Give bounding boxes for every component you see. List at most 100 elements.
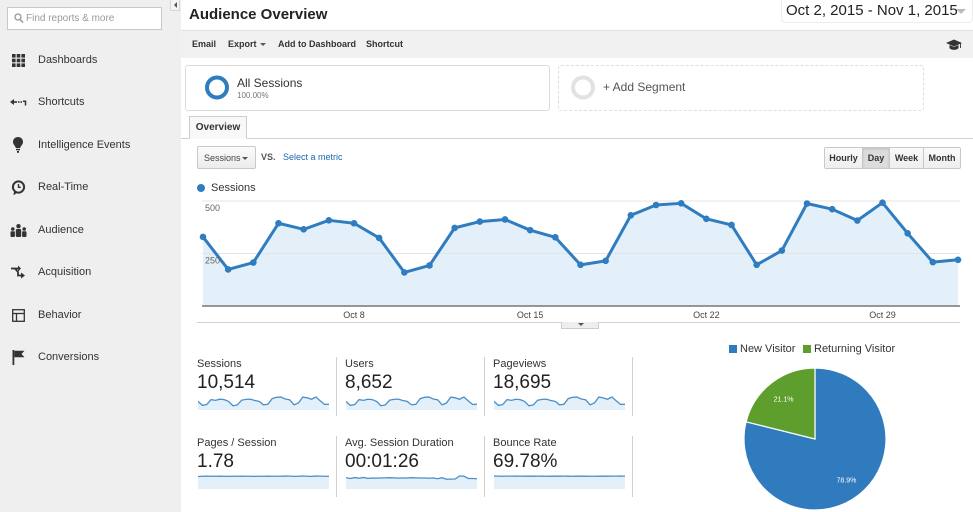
tab-overview[interactable]: Overview bbox=[189, 116, 247, 139]
data-point[interactable] bbox=[627, 211, 635, 219]
data-point[interactable] bbox=[476, 218, 484, 225]
data-point[interactable] bbox=[778, 247, 786, 254]
data-point[interactable] bbox=[426, 262, 433, 269]
chart-expand-button[interactable] bbox=[561, 322, 599, 329]
graduation-cap-icon[interactable] bbox=[946, 39, 962, 51]
vs-label: VS. bbox=[261, 152, 276, 162]
data-point[interactable] bbox=[375, 234, 383, 242]
data-point[interactable] bbox=[703, 215, 710, 223]
email-button[interactable]: Email bbox=[192, 39, 216, 49]
data-point[interactable] bbox=[803, 200, 811, 207]
data-point[interactable] bbox=[250, 259, 257, 266]
data-point[interactable] bbox=[652, 201, 660, 209]
sessions-area bbox=[203, 202, 958, 306]
sparkline bbox=[346, 396, 477, 410]
segment-name: All Sessions bbox=[237, 76, 303, 90]
select-metric-link[interactable]: Select a metric bbox=[283, 152, 343, 162]
metric-pageviews[interactable]: Pageviews 18,695 bbox=[493, 358, 633, 418]
layout-icon bbox=[9, 307, 27, 323]
page-title: Audience Overview bbox=[189, 6, 328, 23]
metric-users[interactable]: Users 8,652 bbox=[345, 358, 485, 418]
data-point[interactable] bbox=[300, 226, 307, 233]
tab-divider bbox=[181, 138, 973, 139]
data-point[interactable] bbox=[526, 226, 534, 234]
metric-bounce-rate[interactable]: Bounce Rate 69.78% bbox=[493, 437, 633, 497]
metric-label: Sessions bbox=[197, 358, 242, 370]
sidebar-item-acquisition[interactable]: Acquisition bbox=[0, 261, 181, 283]
data-point[interactable] bbox=[199, 233, 207, 241]
granularity-month-button[interactable]: Month bbox=[924, 148, 960, 168]
segment-all-sessions[interactable]: All Sessions 100.00% bbox=[185, 65, 550, 111]
data-point[interactable] bbox=[501, 216, 509, 223]
search-input[interactable] bbox=[26, 10, 156, 27]
search-box[interactable] bbox=[7, 7, 162, 30]
data-point[interactable] bbox=[728, 221, 735, 229]
sidebar-collapse-button[interactable] bbox=[170, 0, 180, 11]
data-point[interactable] bbox=[929, 258, 937, 266]
date-range-picker[interactable]: Oct 2, 2015 - Nov 1, 2015 bbox=[781, 0, 973, 23]
search-icon bbox=[14, 13, 24, 24]
data-point[interactable] bbox=[753, 261, 760, 269]
data-point[interactable] bbox=[828, 205, 836, 213]
sparkline-area bbox=[198, 476, 329, 489]
add-segment-button[interactable]: + Add Segment bbox=[558, 65, 924, 111]
metric-label: Avg. Session Duration bbox=[345, 437, 454, 449]
sidebar-item-real-time[interactable]: Real-Time bbox=[0, 176, 181, 198]
metric-pages-per-session[interactable]: Pages / Session 1.78 bbox=[197, 437, 337, 497]
add-to-dashboard-button[interactable]: Add to Dashboard bbox=[278, 39, 356, 49]
segment-percent: 100.00% bbox=[237, 91, 269, 100]
data-point[interactable] bbox=[350, 219, 358, 227]
metric-label: Pageviews bbox=[493, 358, 547, 370]
metric-select[interactable]: Sessions bbox=[197, 146, 256, 169]
metric-value: 00:01:26 bbox=[345, 451, 419, 472]
data-point[interactable] bbox=[904, 230, 911, 237]
data-point[interactable] bbox=[954, 256, 962, 264]
metric-label: Bounce Rate bbox=[493, 437, 557, 449]
granularity-hourly-button[interactable]: Hourly bbox=[825, 148, 863, 168]
data-point[interactable] bbox=[401, 269, 408, 276]
sparkline bbox=[198, 475, 329, 489]
toolbar: Email Export Add to Dashboard Shortcut bbox=[181, 30, 973, 58]
sidebar-item-intelligence-events[interactable]: Intelligence Events bbox=[0, 134, 181, 156]
data-point[interactable] bbox=[224, 266, 232, 273]
chevron-down-icon bbox=[956, 9, 966, 14]
metric-label: Users bbox=[345, 358, 374, 370]
data-point[interactable] bbox=[677, 200, 685, 207]
granularity-week-button[interactable]: Week bbox=[890, 148, 924, 168]
x-tick-label: Oct 22 bbox=[693, 310, 720, 320]
granularity-day-button[interactable]: Day bbox=[863, 148, 890, 168]
shortcut-button[interactable]: Shortcut bbox=[366, 39, 403, 49]
data-point[interactable] bbox=[552, 234, 559, 241]
sidebar-item-label: Audience bbox=[38, 224, 84, 236]
data-point[interactable] bbox=[451, 224, 458, 232]
sidebar-item-conversions[interactable]: Conversions bbox=[0, 346, 181, 368]
x-tick-label: Oct 29 bbox=[869, 310, 896, 320]
metric-sessions[interactable]: Sessions 10,514 bbox=[197, 358, 337, 418]
sidebar-item-dashboards[interactable]: Dashboards bbox=[0, 49, 181, 71]
metric-value: 1.78 bbox=[197, 451, 234, 472]
sidebar-item-shortcuts[interactable]: Shortcuts bbox=[0, 91, 181, 113]
sidebar-item-audience[interactable]: Audience bbox=[0, 219, 181, 241]
sidebar-item-behavior[interactable]: Behavior bbox=[0, 304, 181, 326]
metric-divider bbox=[484, 357, 485, 416]
y-tick-label: 500 bbox=[205, 203, 220, 213]
segment-placeholder-donut-icon bbox=[571, 75, 595, 100]
chevron-down-icon bbox=[259, 43, 266, 47]
people-icon bbox=[9, 222, 27, 238]
data-point[interactable] bbox=[854, 217, 861, 224]
lightbulb-icon bbox=[9, 137, 27, 153]
metric-avg-session-duration[interactable]: Avg. Session Duration 00:01:26 bbox=[345, 437, 485, 497]
clock-icon bbox=[9, 179, 27, 195]
data-point[interactable] bbox=[325, 217, 333, 224]
data-point[interactable] bbox=[577, 261, 584, 269]
data-point[interactable] bbox=[879, 199, 886, 206]
sparkline bbox=[198, 396, 329, 410]
triangle-left-icon bbox=[174, 2, 177, 8]
y-tick-label: 250 bbox=[205, 256, 220, 266]
sidebar-item-label: Conversions bbox=[38, 351, 100, 363]
data-point[interactable] bbox=[275, 219, 282, 227]
export-button[interactable]: Export bbox=[228, 39, 266, 49]
sidebar-item-label: Real-Time bbox=[38, 181, 89, 193]
data-point[interactable] bbox=[602, 257, 609, 265]
sparkline bbox=[494, 396, 625, 410]
